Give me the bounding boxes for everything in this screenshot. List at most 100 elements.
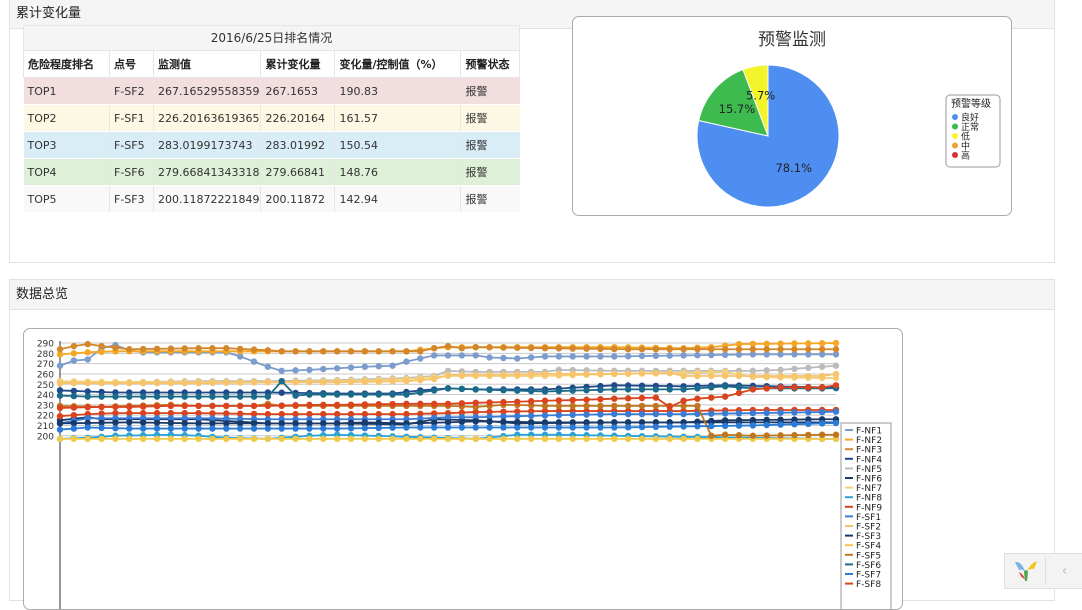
data-point bbox=[98, 393, 105, 400]
data-point bbox=[444, 371, 452, 379]
data-point bbox=[458, 418, 466, 426]
data-point bbox=[98, 403, 105, 411]
data-point bbox=[98, 348, 105, 356]
legend-entry: F-SF5 bbox=[856, 551, 881, 561]
data-point bbox=[611, 402, 618, 410]
data-point bbox=[832, 370, 840, 378]
data-point bbox=[389, 378, 396, 385]
data-point bbox=[56, 404, 64, 412]
data-point bbox=[832, 339, 840, 347]
data-point bbox=[597, 353, 604, 360]
data-point bbox=[181, 393, 188, 400]
data-point bbox=[70, 411, 78, 419]
legend-entry: F-NF1 bbox=[856, 427, 882, 437]
data-point bbox=[749, 432, 757, 439]
data-point bbox=[333, 401, 341, 409]
table-cell-status: 报警 bbox=[460, 185, 520, 213]
pie-legend-marker bbox=[952, 133, 958, 139]
data-point bbox=[56, 420, 64, 427]
data-point bbox=[791, 384, 798, 391]
data-point bbox=[791, 346, 798, 353]
data-point bbox=[721, 383, 729, 390]
data-point bbox=[320, 401, 327, 409]
data-point bbox=[763, 367, 770, 374]
data-point bbox=[126, 403, 133, 411]
floating-toolbar: ‹ bbox=[1004, 553, 1082, 589]
data-point bbox=[306, 366, 313, 374]
data-point bbox=[652, 369, 660, 377]
data-point bbox=[444, 385, 452, 392]
data-point bbox=[278, 389, 285, 396]
table-cell-rank: TOP4 bbox=[23, 158, 110, 186]
data-point bbox=[777, 366, 784, 374]
data-point bbox=[638, 346, 646, 353]
overview-line-chart: 200 210 220 230 240 250 260 270 280 290 F-NF1 F-NF2… bbox=[23, 328, 903, 610]
data-point bbox=[375, 378, 382, 385]
table-cell-point: F-SF2 bbox=[109, 77, 154, 105]
data-point bbox=[333, 425, 341, 432]
data-point bbox=[250, 435, 258, 443]
data-point bbox=[818, 420, 826, 427]
data-point bbox=[694, 372, 701, 380]
data-point bbox=[153, 403, 161, 410]
data-point bbox=[139, 380, 147, 387]
data-point bbox=[486, 435, 493, 443]
data-point bbox=[527, 354, 535, 361]
data-point bbox=[486, 399, 493, 406]
data-point bbox=[264, 379, 272, 386]
data-point bbox=[708, 394, 715, 401]
data-point bbox=[611, 386, 618, 393]
legend-entry: F-NF4 bbox=[856, 455, 882, 465]
data-point bbox=[361, 401, 369, 408]
table-cell-point: F-SF5 bbox=[109, 131, 154, 159]
data-point bbox=[666, 423, 673, 430]
data-point bbox=[361, 378, 369, 385]
data-point bbox=[236, 435, 244, 443]
table-cell-rank: TOP2 bbox=[23, 104, 110, 132]
data-point bbox=[250, 358, 258, 365]
data-point bbox=[763, 409, 770, 417]
data-point bbox=[638, 394, 646, 402]
data-point bbox=[403, 358, 410, 365]
data-point bbox=[541, 353, 549, 360]
data-point bbox=[306, 379, 313, 386]
table-cell-rank: TOP1 bbox=[23, 77, 110, 105]
data-point bbox=[666, 403, 673, 411]
data-point bbox=[195, 435, 202, 443]
data-point bbox=[181, 425, 188, 432]
legend-entry: F-NF9 bbox=[856, 503, 882, 513]
data-point bbox=[694, 402, 701, 410]
data-point bbox=[320, 365, 327, 373]
data-point bbox=[818, 408, 826, 416]
data-point bbox=[666, 369, 673, 377]
data-point bbox=[749, 386, 757, 393]
data-point bbox=[139, 435, 147, 443]
data-point bbox=[555, 370, 563, 378]
data-point bbox=[611, 395, 618, 402]
data-point bbox=[292, 435, 299, 443]
data-point bbox=[583, 424, 590, 431]
data-point bbox=[721, 410, 729, 417]
data-point bbox=[777, 432, 784, 439]
data-point bbox=[486, 371, 493, 378]
data-point bbox=[264, 425, 272, 432]
data-point bbox=[306, 435, 313, 443]
data-point bbox=[763, 372, 770, 380]
collapse-arrow-button[interactable]: ‹ bbox=[1045, 557, 1082, 585]
data-point bbox=[126, 425, 133, 432]
data-point bbox=[417, 389, 424, 396]
data-point bbox=[527, 344, 535, 352]
data-point bbox=[680, 372, 687, 380]
data-point bbox=[458, 371, 466, 379]
data-point bbox=[708, 422, 715, 430]
data-point bbox=[818, 340, 826, 347]
data-point bbox=[500, 435, 507, 443]
table-cell-rank: TOP3 bbox=[23, 131, 110, 159]
data-point bbox=[791, 365, 798, 373]
data-point bbox=[458, 435, 466, 443]
data-point bbox=[250, 346, 258, 353]
data-point bbox=[333, 365, 341, 372]
legend-entry: F-NF5 bbox=[856, 465, 882, 475]
data-point bbox=[500, 418, 507, 425]
data-point bbox=[320, 348, 327, 355]
